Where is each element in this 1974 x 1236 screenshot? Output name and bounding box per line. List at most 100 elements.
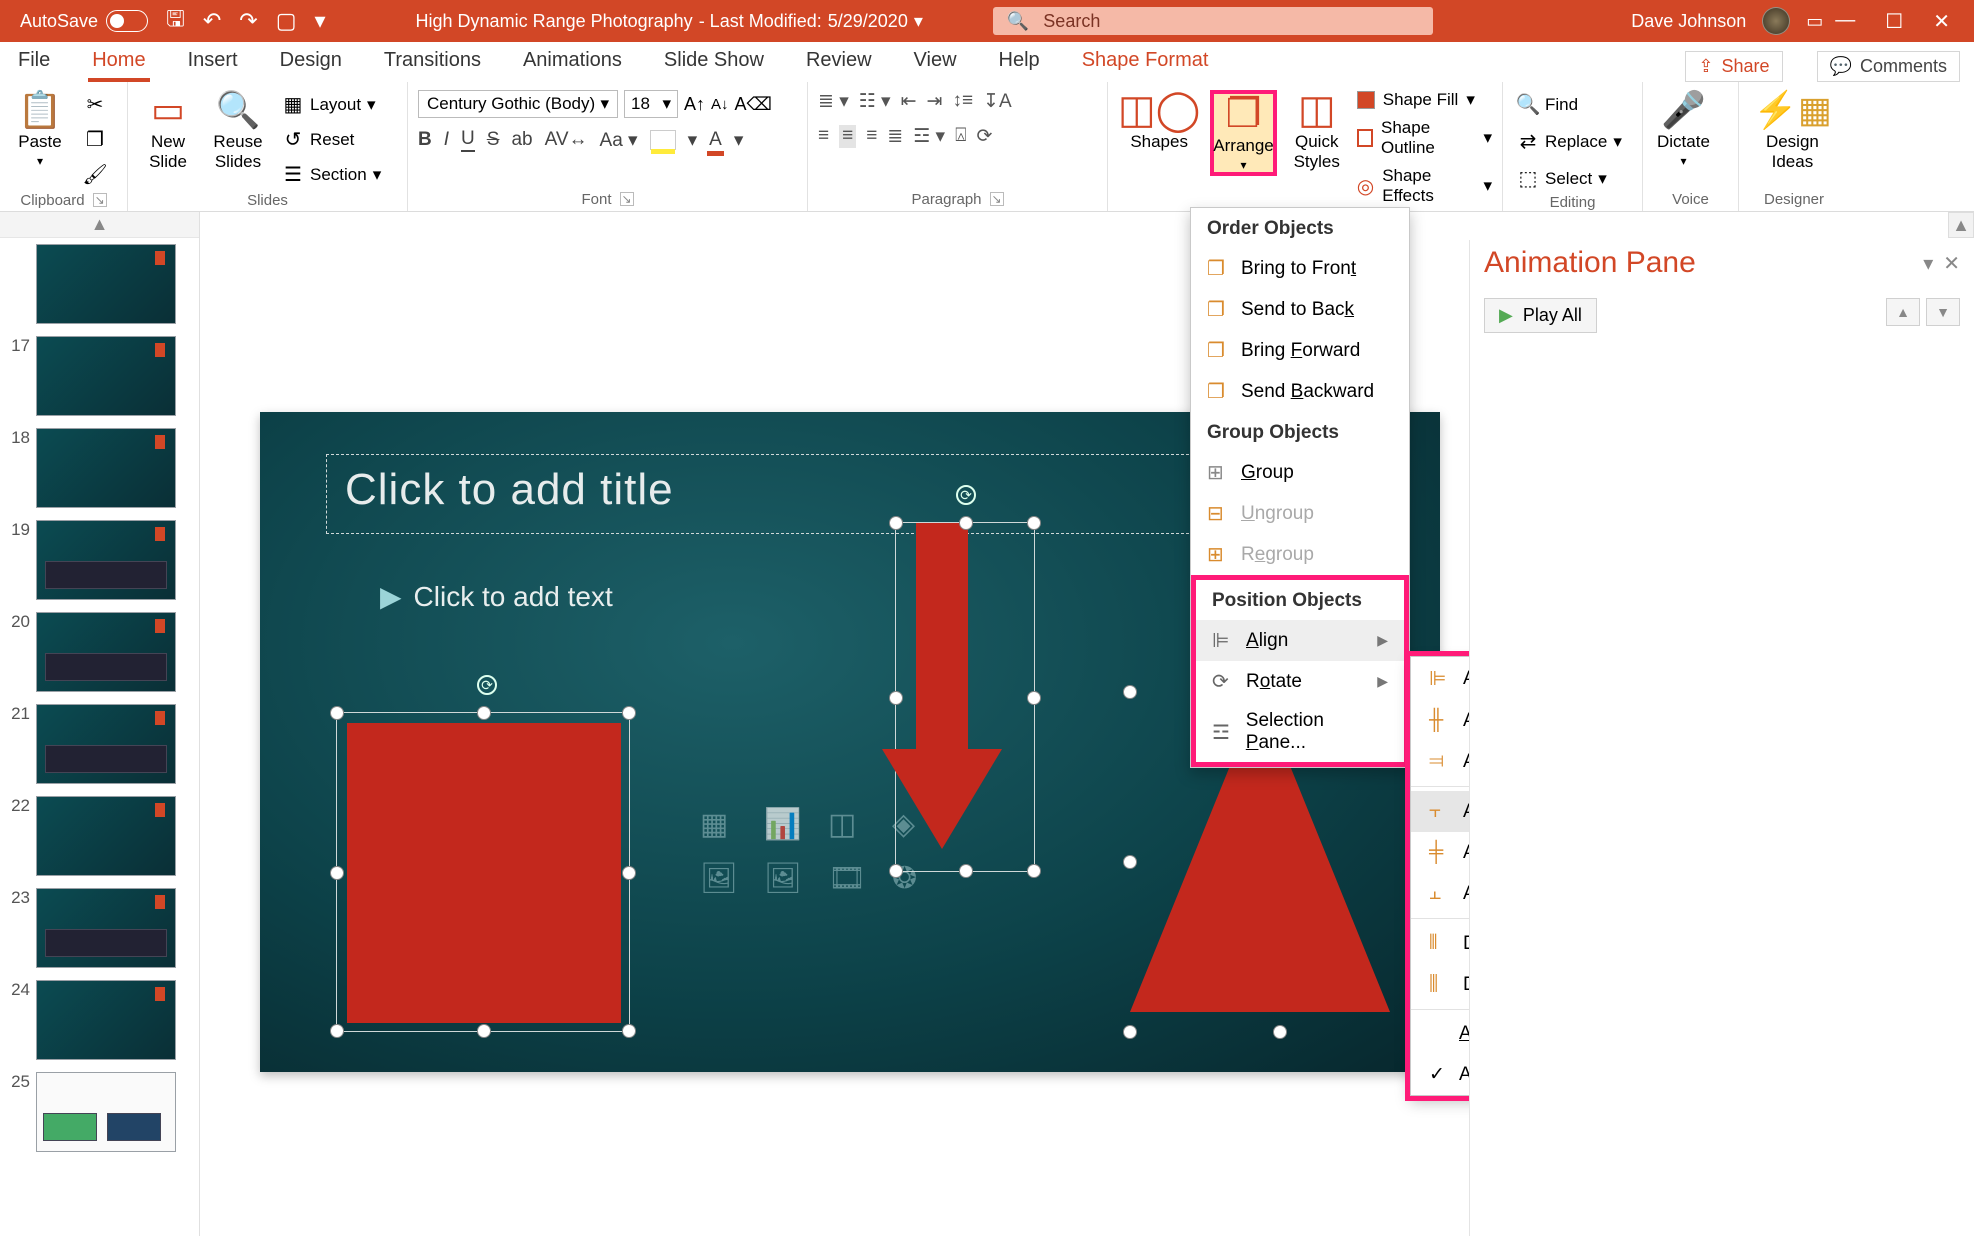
title-dropdown-icon[interactable]: ▾ xyxy=(914,11,923,32)
text-placeholder[interactable]: ▶Click to add text xyxy=(380,580,613,613)
layout-button[interactable]: ▦Layout ▾ xyxy=(278,90,385,119)
replace-button[interactable]: ⇄Replace ▾ xyxy=(1513,127,1626,156)
thumb-19[interactable]: 19 xyxy=(0,514,199,606)
clear-format-icon[interactable]: A⌫ xyxy=(735,94,772,115)
reuse-slides-button[interactable]: 🔍Reuse Slides xyxy=(208,90,268,172)
send-to-back[interactable]: ❐Send to Back xyxy=(1191,289,1409,330)
align-center-button[interactable]: ≡ xyxy=(839,125,856,148)
undo-icon[interactable]: ↶ xyxy=(203,8,221,34)
arrow-selection[interactable]: ⟳ xyxy=(895,522,1035,872)
font-size-select[interactable]: 18▾ xyxy=(624,90,678,118)
save-icon[interactable]: 🖫 xyxy=(166,2,185,40)
justify-button[interactable]: ≣ xyxy=(887,125,903,148)
thumb-17[interactable]: 17 xyxy=(0,330,199,422)
new-slide-button[interactable]: ▭New Slide xyxy=(138,90,198,172)
bring-forward[interactable]: ❐Bring Forward xyxy=(1191,330,1409,371)
tab-animations[interactable]: Animations xyxy=(519,43,626,82)
minimize-icon[interactable]: — xyxy=(1835,9,1855,34)
picture-icon[interactable]: 🖼 xyxy=(700,861,750,901)
line-spacing-button[interactable]: ↕≡ xyxy=(952,90,973,113)
thumb-24[interactable]: 24 xyxy=(0,974,199,1066)
rotate-handle[interactable]: ⟳ xyxy=(956,485,976,505)
shape-fill-button[interactable]: Shape Fill ▾ xyxy=(1357,90,1492,110)
font-family-select[interactable]: Century Gothic (Body)▾ xyxy=(418,90,618,118)
select-button[interactable]: ⬚Select ▾ xyxy=(1513,164,1626,193)
shape-outline-button[interactable]: Shape Outline ▾ xyxy=(1357,118,1492,158)
online-pic-icon[interactable]: 🖼 xyxy=(764,861,814,901)
shapes-button[interactable]: ◫◯Shapes xyxy=(1118,90,1200,152)
clipboard-launcher[interactable]: ↘ xyxy=(93,193,107,207)
thumb-20[interactable]: 20 xyxy=(0,606,199,698)
play-all-button[interactable]: ▶Play All xyxy=(1484,298,1597,333)
thumb-23[interactable]: 23 xyxy=(0,882,199,974)
design-ideas-button[interactable]: ⚡▦Design Ideas xyxy=(1749,90,1836,172)
cut-button[interactable]: ✂ xyxy=(80,90,110,119)
smartart-button[interactable]: ⟳ xyxy=(976,125,992,148)
strike-button[interactable]: S xyxy=(487,129,500,151)
thumb-16[interactable] xyxy=(0,238,199,330)
tab-slideshow[interactable]: Slide Show xyxy=(660,43,768,82)
thumb-25[interactable]: 25 xyxy=(0,1066,199,1158)
indent-decrease-button[interactable]: ⇤ xyxy=(901,90,917,113)
maximize-icon[interactable]: ☐ xyxy=(1885,9,1903,34)
tab-insert[interactable]: Insert xyxy=(184,43,242,82)
paragraph-launcher[interactable]: ↘ xyxy=(990,192,1004,206)
numbering-button[interactable]: ☷ ▾ xyxy=(859,90,891,113)
pane-close-icon[interactable]: ✕ xyxy=(1943,251,1960,276)
format-painter-button[interactable]: 🖌 xyxy=(80,160,110,189)
font-color-button[interactable]: A xyxy=(709,129,722,151)
selection-pane-item[interactable]: ☲Selection Pane... xyxy=(1196,702,1404,762)
video-icon[interactable]: 🎞 xyxy=(828,861,878,901)
italic-button[interactable]: I xyxy=(444,129,449,151)
align-submenu[interactable]: ⊫Align▶ xyxy=(1196,620,1404,661)
highlight-button[interactable] xyxy=(650,130,676,150)
shape-effects-button[interactable]: ◎Shape Effects ▾ xyxy=(1357,166,1492,206)
bullets-button[interactable]: ≣ ▾ xyxy=(818,90,849,113)
tab-home[interactable]: Home xyxy=(88,43,149,82)
find-button[interactable]: 🔍Find xyxy=(1513,90,1626,119)
smartart-icon[interactable]: ◫ xyxy=(828,807,878,847)
thumb-18[interactable]: 18 xyxy=(0,422,199,514)
bring-to-front[interactable]: ❐Bring to Front xyxy=(1191,248,1409,289)
dictate-button[interactable]: 🎤Dictate▾ xyxy=(1653,90,1714,168)
rotate-submenu[interactable]: ⟳Rotate▶ xyxy=(1196,661,1404,702)
thumb-22[interactable]: 22 xyxy=(0,790,199,882)
change-case-button[interactable]: Aa ▾ xyxy=(600,129,638,152)
align-right-button[interactable]: ≡ xyxy=(866,125,877,148)
grow-font-icon[interactable]: A↑ xyxy=(684,94,705,115)
pane-options-icon[interactable]: ▾ xyxy=(1923,251,1933,276)
shadow-button[interactable]: ab xyxy=(511,129,532,151)
ribbon-display-icon[interactable]: ▭ xyxy=(1806,11,1823,32)
section-button[interactable]: ☰Section ▾ xyxy=(278,160,385,189)
shrink-font-icon[interactable]: A↓ xyxy=(711,96,729,113)
search-box[interactable]: 🔍 Search xyxy=(993,7,1433,35)
canvas-scroll-up[interactable]: ▲ xyxy=(1948,212,1974,238)
tab-file[interactable]: File xyxy=(14,43,54,82)
rotate-handle[interactable]: ⟳ xyxy=(477,675,497,695)
tab-view[interactable]: View xyxy=(910,43,961,82)
char-spacing-button[interactable]: AV↔ xyxy=(545,129,588,151)
share-button[interactable]: ⇪Share xyxy=(1685,51,1782,82)
chart-icon[interactable]: 📊 xyxy=(764,807,814,847)
table-icon[interactable]: ▦ xyxy=(700,807,750,847)
tab-help[interactable]: Help xyxy=(995,43,1044,82)
tab-transitions[interactable]: Transitions xyxy=(380,43,485,82)
columns-button[interactable]: ☲ ▾ xyxy=(913,125,945,148)
tab-shape-format[interactable]: Shape Format xyxy=(1078,43,1213,82)
quick-styles-button[interactable]: ◫Quick Styles xyxy=(1287,90,1347,172)
slide-thumbnails[interactable]: ▲ 17 18 19 20 21 22 23 24 25 xyxy=(0,212,200,1236)
arrange-button[interactable]: ❐Arrange▾ xyxy=(1210,90,1276,176)
present-icon[interactable]: ▢ xyxy=(276,8,297,34)
tab-design[interactable]: Design xyxy=(276,43,346,82)
square-selection[interactable]: ⟳ xyxy=(336,712,630,1032)
bold-button[interactable]: B xyxy=(418,129,432,151)
copy-button[interactable]: ❐ xyxy=(80,125,110,154)
paste-button[interactable]: 📋Paste▾ xyxy=(10,90,70,168)
reset-button[interactable]: ↺Reset xyxy=(278,125,385,154)
comments-button[interactable]: 💬Comments xyxy=(1817,51,1960,82)
move-up-icon[interactable]: ▲ xyxy=(1886,298,1920,326)
group-item[interactable]: ⊞Group xyxy=(1191,452,1409,493)
text-direction-button[interactable]: ↧A xyxy=(983,90,1012,113)
align-text-button[interactable]: ⍓ xyxy=(955,125,966,148)
close-icon[interactable]: ✕ xyxy=(1933,9,1950,34)
